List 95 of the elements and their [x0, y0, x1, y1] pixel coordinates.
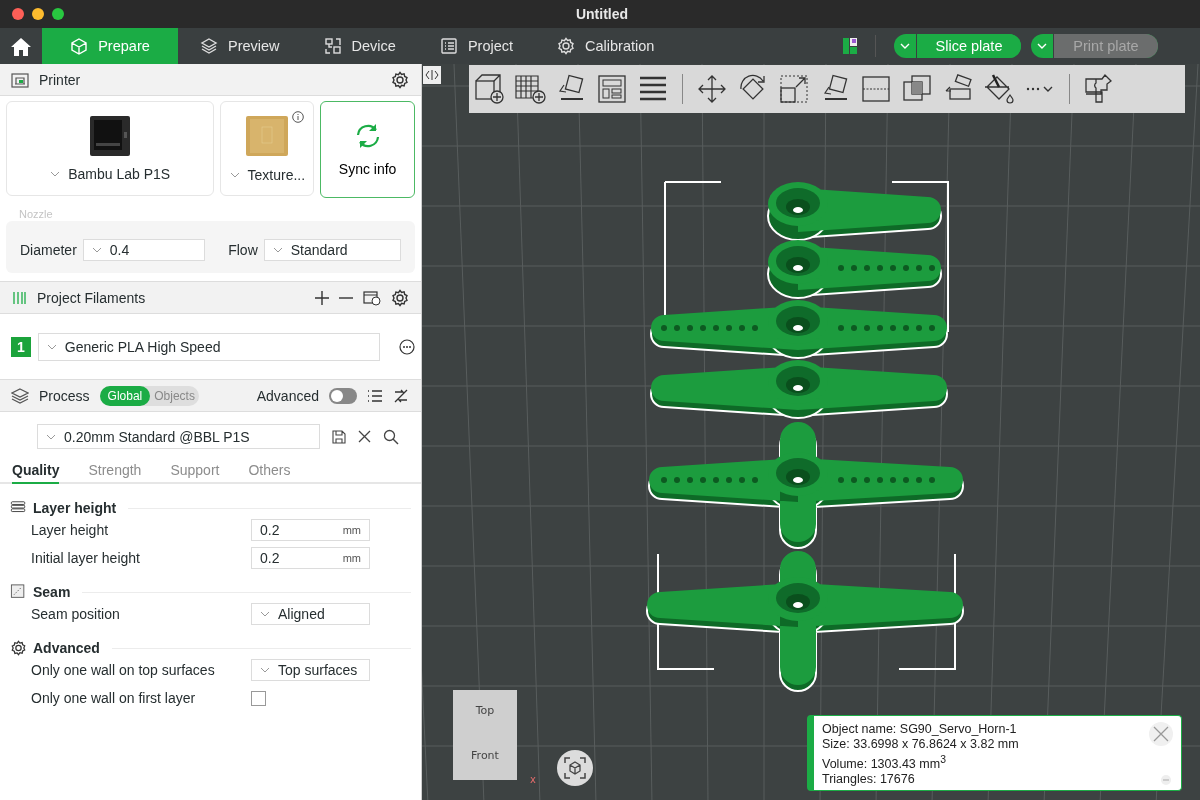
chevron-icon	[50, 170, 61, 177]
chevron-icon	[272, 247, 283, 253]
zoom-button[interactable]	[52, 8, 64, 20]
add-icon[interactable]	[315, 290, 329, 305]
split-icon[interactable]	[860, 73, 892, 105]
servo-horn[interactable]	[648, 422, 964, 549]
diameter-dropdown[interactable]: 0.4	[82, 239, 205, 261]
home-icon[interactable]	[11, 36, 31, 56]
info-icon[interactable]	[292, 111, 305, 123]
chevron-icon	[260, 611, 270, 617]
servo-horn[interactable]	[767, 240, 942, 299]
option-label: Only one wall on first layer	[31, 690, 197, 706]
info-line: Volume: 1303.43 mm$^{3}$	[822, 753, 946, 773]
view-reset-button[interactable]	[557, 750, 593, 786]
chevron-icon	[229, 171, 240, 178]
arrange-icon[interactable]	[596, 73, 628, 105]
plate-card[interactable]: Texture...	[220, 101, 315, 196]
printer-name: Bambu Lab P1S	[68, 165, 171, 182]
section-label: Nozzle	[19, 208, 53, 220]
scale-icon[interactable]	[778, 73, 810, 105]
printer-card[interactable]: Bambu Lab P1S	[6, 101, 215, 196]
add-cube-icon[interactable]	[473, 73, 505, 105]
settings-icon[interactable]	[391, 70, 409, 89]
settings-tab[interactable]: Quality	[12, 457, 60, 484]
chevron-icon	[46, 344, 57, 350]
chevron-icon	[260, 667, 270, 673]
chevron-icon	[46, 433, 56, 440]
nav-tab[interactable]: Preview	[178, 28, 302, 64]
number-field[interactable]: 0.2 mm	[251, 547, 370, 569]
chevron-icon	[91, 247, 102, 253]
device-icon	[323, 37, 342, 55]
nav-tab[interactable]: Device	[301, 28, 418, 64]
window-title: Untitled	[574, 6, 630, 22]
layers-icon	[200, 37, 218, 55]
toggle-label: Advanced	[256, 387, 319, 404]
field-label: Diameter	[20, 242, 77, 258]
nav-tab[interactable]: Project	[417, 28, 536, 64]
printer-icon	[11, 71, 29, 88]
move-icon[interactable]	[696, 73, 728, 105]
number-field[interactable]: 0.2 mm	[251, 519, 370, 541]
list-icon	[439, 37, 458, 55]
axis-label: x	[530, 774, 536, 785]
advanced-settings-icon	[10, 640, 27, 656]
option-label: Only one wall on top surfaces	[31, 662, 216, 678]
collapse-icon	[425, 70, 439, 80]
more-options-icon[interactable]	[399, 339, 415, 355]
settings-tab[interactable]: Strength	[88, 457, 142, 484]
option-dropdown[interactable]: Top surfaces	[251, 659, 370, 681]
process-icon	[11, 387, 29, 404]
advanced-toggle[interactable]	[329, 387, 357, 404]
paint-bucket-icon[interactable]	[983, 73, 1015, 105]
settings-tab[interactable]: Support	[170, 457, 220, 484]
info-line: Triangles: 17676	[822, 772, 915, 788]
option-dropdown[interactable]: Aligned	[251, 603, 370, 625]
sync-info-button[interactable]: Sync info	[320, 101, 415, 198]
search-icon[interactable]	[383, 428, 399, 445]
servo-horn[interactable]	[650, 360, 948, 419]
option-label: Seam position	[31, 606, 121, 622]
add-plate-icon[interactable]	[514, 73, 546, 105]
option-label: Initial layer height	[31, 550, 141, 566]
filament-dropdown[interactable]: Generic PLA High Speed	[37, 333, 381, 361]
info-line: Object name: SG90_Servo_Horn-1	[822, 722, 1017, 737]
servo-horn[interactable]	[767, 182, 942, 241]
close-button[interactable]	[12, 8, 24, 20]
view-cube[interactable]: Top Front	[453, 690, 517, 780]
calibration-icon	[557, 37, 576, 55]
cube-icon	[70, 37, 89, 55]
option-label: Layer height	[31, 522, 110, 538]
settings-icon[interactable]	[391, 288, 409, 307]
section-title: Project Filaments	[37, 289, 146, 306]
info-line: Size: 33.6998 x 76.8624 x 3.82 mm	[822, 737, 1019, 752]
list-icon[interactable]	[367, 388, 383, 403]
minimize-button[interactable]	[32, 8, 44, 20]
servo-horn[interactable]	[646, 551, 964, 692]
flow-dropdown[interactable]: Standard	[263, 239, 401, 261]
layout-icon[interactable]	[843, 38, 857, 54]
cube-scan-icon	[564, 757, 586, 779]
close-icon[interactable]	[358, 430, 371, 443]
group-title: Layer height	[33, 500, 117, 516]
group-title: Advanced	[33, 640, 100, 656]
checkbox[interactable]	[251, 690, 266, 706]
filament-sync-icon[interactable]	[363, 289, 381, 306]
servo-horn[interactable]	[650, 300, 948, 359]
section-title: Process	[39, 387, 90, 404]
save-icon[interactable]	[332, 429, 346, 444]
plate-name: Texture...	[247, 166, 306, 183]
group-title: Seam	[33, 584, 71, 600]
seam-icon	[10, 584, 27, 600]
nav-tab[interactable]: Calibration	[535, 28, 677, 64]
field-label: Flow	[228, 242, 258, 258]
section-title: Printer	[39, 71, 81, 88]
compare-icon[interactable]	[393, 387, 409, 404]
sidebar-toggle[interactable]	[423, 66, 441, 84]
preset-dropdown[interactable]: 0.20mm Standard @BBL P1S	[37, 424, 320, 449]
filament-icon	[11, 290, 27, 305]
